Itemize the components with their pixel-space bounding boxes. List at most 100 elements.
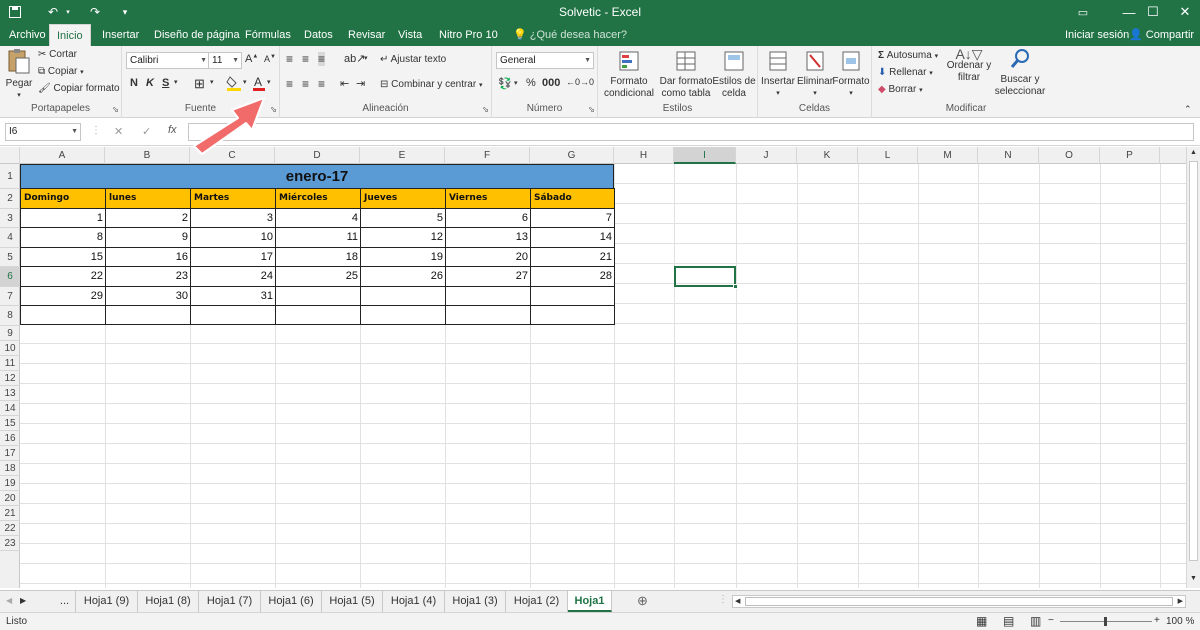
orientation-dropdown-icon[interactable]: ▾ [364,54,368,62]
scroll-tabs-left-icon[interactable]: ◀ [6,596,12,605]
day-cell[interactable]: 18 [275,247,361,267]
weekday-header[interactable]: Viernes [445,188,531,209]
align-right-icon[interactable]: ≡ [318,77,325,91]
autosum-button[interactable]: Σ Autosuma ▾ [878,50,938,61]
column-header[interactable]: F [445,147,530,164]
align-left-icon[interactable]: ≡ [286,77,293,91]
tab-nitro[interactable]: Nitro Pro 10 [432,24,505,46]
day-cell[interactable]: 16 [105,247,191,267]
wrap-text-button[interactable]: ↵ Ajustar texto [380,54,446,65]
decrease-decimal-icon[interactable]: →0 [580,77,594,87]
sheet-tab[interactable]: Hoja1 (6) [261,591,322,612]
grow-font-icon[interactable]: A▲ [245,53,258,65]
vertical-scrollbar[interactable]: ▲ ▼ [1186,147,1200,588]
sheet-tab-active[interactable]: Hoja1 [568,591,612,612]
row-header[interactable]: 16 [0,431,20,446]
percent-icon[interactable]: % [526,77,536,89]
weekday-header[interactable]: Sábado [530,188,615,209]
alignment-dialog-launcher-icon[interactable]: ⬂ [482,105,489,114]
day-cell[interactable]: 19 [360,247,446,267]
day-cell[interactable]: 23 [105,266,191,287]
underline-dropdown-icon[interactable]: ▾ [174,78,178,86]
conditional-format-button[interactable]: Formato condicional [600,50,658,100]
day-cell[interactable]: 28 [530,266,615,287]
day-cell[interactable]: 11 [275,227,361,248]
day-cell[interactable] [445,305,531,325]
day-cell[interactable]: 4 [275,208,361,228]
shrink-font-icon[interactable]: A▼ [264,54,276,64]
column-header[interactable]: D [275,147,360,164]
format-painter-button[interactable]: 🖌 Copiar formato [38,83,120,94]
orientation-icon[interactable]: ab↗ [344,52,365,65]
normal-view-icon[interactable]: ▦ [976,614,987,628]
sort-filter-button[interactable]: A↓▽ Ordenar y filtrar [946,47,992,84]
column-header[interactable]: K [797,147,858,164]
calendar-title[interactable]: enero-17 [20,164,614,189]
row-header[interactable]: 9 [0,326,20,341]
select-all-corner[interactable] [0,147,20,164]
day-cell[interactable] [20,305,106,325]
day-cell[interactable]: 27 [445,266,531,287]
column-header[interactable]: G [530,147,614,164]
column-header[interactable]: H [614,147,674,164]
tell-me-box[interactable]: 💡 ¿Qué desea hacer? [506,24,634,46]
fill-handle[interactable] [733,284,738,289]
day-cell[interactable] [530,305,615,325]
column-header[interactable]: B [105,147,190,164]
day-cell[interactable] [360,305,446,325]
weekday-header[interactable]: lunes [105,188,191,209]
column-header[interactable]: J [736,147,797,164]
bold-button[interactable]: N [130,77,138,89]
row-header-selected[interactable]: 6 [0,267,20,287]
row-header[interactable]: 23 [0,536,20,551]
column-header-selected[interactable]: I [674,147,736,164]
clear-button[interactable]: ◆ Borrar ▾ [878,84,923,95]
day-cell[interactable]: 8 [20,227,106,248]
row-header[interactable]: 22 [0,521,20,536]
day-cell[interactable] [530,286,615,306]
formula-input[interactable] [188,123,1194,141]
align-middle-icon[interactable]: ≡ [302,52,309,66]
day-cell[interactable]: 21 [530,247,615,267]
font-color-icon[interactable]: A [252,75,266,91]
tab-splitter-icon[interactable]: ⋮ [718,594,728,605]
day-cell[interactable] [105,305,191,325]
tab-inicio[interactable]: Inicio [49,24,91,46]
cut-button[interactable]: ✂ Cortar [38,49,77,60]
tab-insertar[interactable]: Insertar [95,24,146,46]
zoom-in-icon[interactable]: + [1154,615,1160,626]
row-header[interactable]: 4 [0,228,20,248]
sheet-tab[interactable]: Hoja1 (7) [199,591,261,612]
find-select-button[interactable]: Buscar y seleccionar [992,48,1048,98]
row-header[interactable]: 17 [0,446,20,461]
day-cell[interactable]: 31 [190,286,276,306]
column-header[interactable]: M [918,147,978,164]
sheet-tab[interactable]: Hoja1 (2) [506,591,568,612]
close-button[interactable]: ✕ [1162,0,1200,24]
horizontal-scrollbar[interactable]: ◀ ▶ [732,595,1186,608]
scroll-left-icon[interactable]: ◀ [735,597,740,605]
row-header[interactable]: 8 [0,306,20,326]
day-cell[interactable]: 22 [20,266,106,287]
day-cell[interactable]: 3 [190,208,276,228]
day-cell[interactable]: 12 [360,227,446,248]
zoom-level[interactable]: 100 % [1166,616,1194,627]
day-cell[interactable]: 10 [190,227,276,248]
weekday-header[interactable]: Miércoles [275,188,361,209]
enter-icon[interactable]: ✓ [142,125,151,138]
row-header[interactable]: 15 [0,416,20,431]
day-cell[interactable] [275,305,361,325]
day-cell[interactable]: 29 [20,286,106,306]
borders-dropdown-icon[interactable]: ▾ [210,78,214,86]
paste-button[interactable]: Pegar ▾ [4,48,34,102]
row-header[interactable]: 11 [0,356,20,371]
row-header[interactable]: 20 [0,491,20,506]
sheet-tab[interactable]: Hoja1 (4) [383,591,445,612]
column-header[interactable]: O [1039,147,1100,164]
row-header[interactable]: 19 [0,476,20,491]
day-cell[interactable]: 30 [105,286,191,306]
sheet-tab[interactable]: Hoja1 (9) [76,591,138,612]
row-header[interactable]: 18 [0,461,20,476]
insert-cells-button[interactable]: Insertar ▾ [760,50,796,100]
cell-styles-button[interactable]: Estilos de celda [712,50,756,100]
